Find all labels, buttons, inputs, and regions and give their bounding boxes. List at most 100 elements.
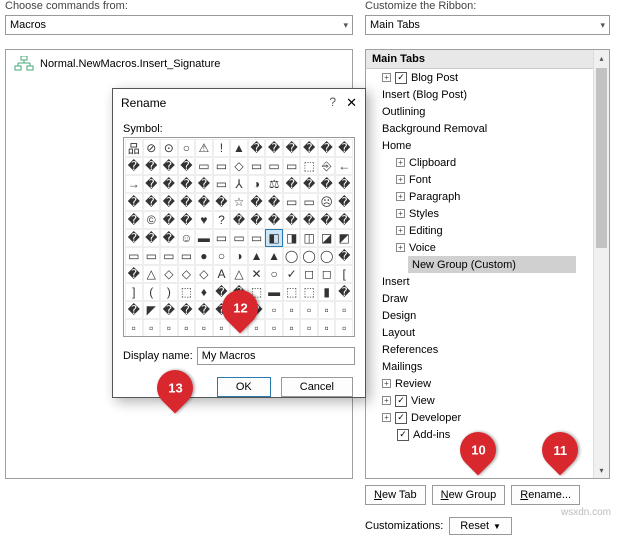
- symbol-cell[interactable]: �: [265, 211, 283, 229]
- symbol-cell[interactable]: ▫: [178, 319, 196, 337]
- tab-home[interactable]: Home: [366, 137, 609, 154]
- symbol-cell[interactable]: ▫: [283, 319, 301, 337]
- symbol-cell[interactable]: �: [125, 193, 143, 211]
- symbol-cell[interactable]: ○: [213, 247, 231, 265]
- scroll-thumb[interactable]: [596, 68, 607, 248]
- symbol-cell[interactable]: ○: [178, 139, 196, 157]
- symbol-cell[interactable]: ◤: [143, 301, 161, 319]
- checkbox[interactable]: ✓: [395, 412, 407, 424]
- symbol-cell[interactable]: �: [143, 229, 161, 247]
- symbol-cell[interactable]: ◨: [283, 229, 301, 247]
- symbol-cell[interactable]: �: [300, 175, 318, 193]
- new-tab-button[interactable]: New Tab: [365, 485, 426, 505]
- expand-icon[interactable]: +: [396, 192, 405, 201]
- symbol-cell[interactable]: �: [160, 211, 178, 229]
- symbol-cell[interactable]: �: [195, 175, 213, 193]
- symbol-cell[interactable]: ▭: [230, 229, 248, 247]
- symbol-cell[interactable]: �: [178, 301, 196, 319]
- symbol-cell[interactable]: ⚖: [265, 175, 283, 193]
- tab-design[interactable]: Design: [366, 307, 609, 324]
- checkbox[interactable]: ✓: [395, 395, 407, 407]
- symbol-cell[interactable]: △: [143, 265, 161, 283]
- reset-button[interactable]: Reset▼: [449, 517, 512, 535]
- choose-commands-dropdown[interactable]: Macros ▾: [5, 15, 353, 35]
- group-styles[interactable]: +Styles: [366, 205, 609, 222]
- symbol-cell[interactable]: �: [335, 283, 353, 301]
- symbol-cell[interactable]: ◪: [318, 229, 336, 247]
- tab-layout[interactable]: Layout: [366, 324, 609, 341]
- symbol-cell[interactable]: ♦: [195, 283, 213, 301]
- symbol-cell[interactable]: �: [335, 211, 353, 229]
- tab-blog-post[interactable]: +✓Blog Post: [366, 69, 609, 86]
- symbol-cell[interactable]: A: [213, 265, 231, 283]
- new-group-button[interactable]: New Group: [432, 485, 506, 505]
- tab-references[interactable]: References: [366, 341, 609, 358]
- tab-outlining[interactable]: Outlining: [366, 103, 609, 120]
- tab-draw[interactable]: Draw: [366, 290, 609, 307]
- symbol-cell[interactable]: ▭: [283, 157, 301, 175]
- symbol-cell[interactable]: ▬: [195, 229, 213, 247]
- group-voice[interactable]: +Voice: [366, 239, 609, 256]
- symbol-cell[interactable]: ▲: [265, 247, 283, 265]
- symbol-cell[interactable]: ?: [213, 211, 231, 229]
- tab-review[interactable]: +Review: [366, 375, 609, 392]
- symbol-cell[interactable]: !: [213, 139, 231, 157]
- symbol-cell[interactable]: ☆: [230, 193, 248, 211]
- symbol-cell[interactable]: ←: [335, 157, 353, 175]
- expand-icon[interactable]: +: [396, 158, 405, 167]
- symbol-cell[interactable]: �: [230, 211, 248, 229]
- symbol-cell[interactable]: �: [335, 175, 353, 193]
- expand-icon[interactable]: +: [396, 175, 405, 184]
- checkbox[interactable]: ✓: [397, 429, 409, 441]
- symbol-cell[interactable]: �: [283, 175, 301, 193]
- symbol-cell[interactable]: �: [178, 175, 196, 193]
- customize-ribbon-dropdown[interactable]: Main Tabs ▾: [365, 15, 610, 35]
- symbol-cell[interactable]: ▫: [283, 301, 301, 319]
- symbol-cell[interactable]: ]: [125, 283, 143, 301]
- symbol-cell[interactable]: �: [178, 193, 196, 211]
- symbol-cell[interactable]: �: [248, 193, 266, 211]
- symbol-cell[interactable]: �: [125, 229, 143, 247]
- symbol-cell[interactable]: ▭: [265, 157, 283, 175]
- symbol-cell[interactable]: ▭: [248, 229, 266, 247]
- symbol-cell[interactable]: �: [125, 265, 143, 283]
- symbol-cell[interactable]: ▫: [300, 301, 318, 319]
- symbol-cell[interactable]: ▭: [195, 157, 213, 175]
- symbol-cell[interactable]: (: [143, 283, 161, 301]
- vertical-scrollbar[interactable]: ▴ ▾: [593, 50, 609, 478]
- symbol-cell[interactable]: ◧: [265, 229, 283, 247]
- ok-button[interactable]: OK: [217, 377, 271, 397]
- symbol-cell[interactable]: ⬚: [283, 283, 301, 301]
- symbol-cell[interactable]: �: [318, 139, 336, 157]
- symbol-cell[interactable]: �: [195, 301, 213, 319]
- symbol-cell[interactable]: ✕: [248, 265, 266, 283]
- symbol-cell[interactable]: ▲: [230, 139, 248, 157]
- cancel-button[interactable]: Cancel: [281, 377, 353, 397]
- symbol-cell[interactable]: ⅄: [230, 175, 248, 193]
- symbol-cell[interactable]: �: [335, 247, 353, 265]
- symbol-cell[interactable]: ⬚: [178, 283, 196, 301]
- symbol-cell[interactable]: ▭: [248, 157, 266, 175]
- symbol-cell[interactable]: [: [335, 265, 353, 283]
- symbol-cell[interactable]: ◇: [178, 265, 196, 283]
- symbol-cell[interactable]: �: [125, 301, 143, 319]
- symbol-cell[interactable]: �: [178, 157, 196, 175]
- symbol-cell[interactable]: ◻: [300, 265, 318, 283]
- scroll-down-icon[interactable]: ▾: [594, 462, 609, 478]
- symbol-cell[interactable]: ▫: [318, 319, 336, 337]
- symbol-cell[interactable]: �: [195, 193, 213, 211]
- symbol-cell[interactable]: �: [300, 211, 318, 229]
- symbol-cell[interactable]: ◑: [230, 247, 248, 265]
- symbol-cell[interactable]: ☺: [178, 229, 196, 247]
- dialog-titlebar[interactable]: Rename ? ✕: [113, 89, 365, 117]
- group-new-custom[interactable]: New Group (Custom): [408, 256, 576, 273]
- symbol-cell[interactable]: ⊘: [143, 139, 161, 157]
- symbol-cell[interactable]: ▭: [125, 247, 143, 265]
- expand-icon[interactable]: +: [382, 396, 391, 405]
- symbol-cell[interactable]: ⎆: [318, 157, 336, 175]
- symbol-cell[interactable]: ✓: [283, 265, 301, 283]
- tab-view[interactable]: +✓View: [366, 392, 609, 409]
- symbol-cell[interactable]: ▫: [195, 319, 213, 337]
- symbol-cell[interactable]: �: [125, 211, 143, 229]
- symbol-cell[interactable]: �: [125, 157, 143, 175]
